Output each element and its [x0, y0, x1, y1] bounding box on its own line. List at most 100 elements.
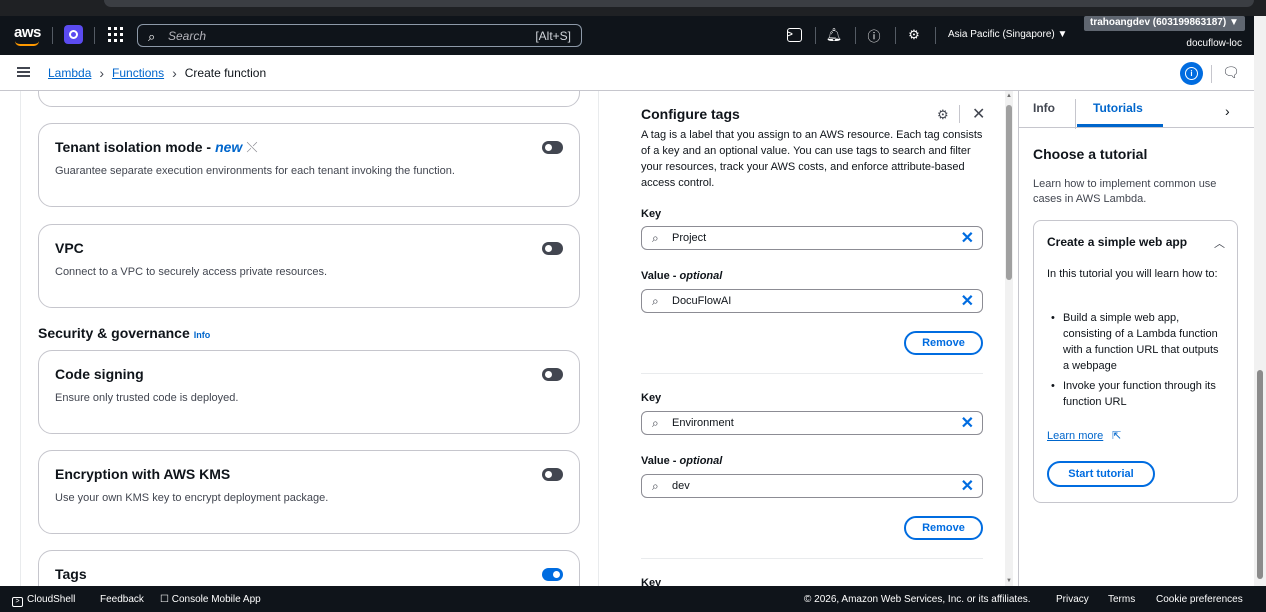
aws-logo[interactable]: aws: [14, 24, 41, 46]
tag-key-value: Environment: [672, 417, 734, 429]
info-panel-button[interactable]: i: [1180, 62, 1203, 85]
panel-scrollbar[interactable]: ▲ ▼: [1005, 91, 1013, 586]
chevron-up-icon[interactable]: ︿: [1214, 235, 1225, 251]
account-menu[interactable]: trahoangdev (603199863187) ▼: [1084, 16, 1245, 31]
tutorial-heading: Choose a tutorial: [1033, 146, 1148, 162]
chevron-right-icon[interactable]: ›: [1225, 103, 1230, 119]
clear-icon[interactable]: ✕: [961, 228, 974, 248]
code-signing-toggle[interactable]: [542, 368, 563, 381]
search-icon: ⌕: [652, 294, 659, 308]
chevron-right-icon: ›: [99, 65, 105, 81]
security-info-link[interactable]: Info: [194, 330, 211, 340]
tenant-isolation-card: Tenant isolation mode - new ⤬ Guarantee se…: [38, 123, 580, 207]
tutorial-steps: Build a simple web app, consisting of a …: [1047, 310, 1227, 414]
cloudshell-icon[interactable]: >: [785, 26, 803, 44]
panel-scroll-thumb[interactable]: [1006, 105, 1012, 280]
learn-more-link[interactable]: Learn more: [1047, 430, 1103, 442]
clear-icon[interactable]: ✕: [961, 413, 974, 433]
tag-key-input[interactable]: ⌕ Project ✕: [641, 226, 983, 250]
footer-feedback[interactable]: Feedback: [100, 594, 144, 605]
page-scrollbar[interactable]: [1254, 16, 1266, 586]
tag-value-input[interactable]: ⌕ dev ✕: [641, 474, 983, 498]
tag-value-value: dev: [672, 480, 690, 492]
encryption-title: Encryption with AWS KMS: [55, 466, 231, 482]
footer: > CloudShell Feedback ☐ Console Mobile Ap…: [0, 586, 1266, 612]
region-selector[interactable]: Asia Pacific (Singapore) ▼: [948, 29, 1067, 40]
tag-key-input[interactable]: ⌕ Environment ✕: [641, 411, 983, 435]
header-divider: [935, 27, 936, 44]
tutorial-title[interactable]: Create a simple web app: [1047, 235, 1187, 249]
tag-key-label: Key: [641, 392, 662, 404]
tenant-isolation-desc: Guarantee separate execution environment…: [55, 165, 455, 177]
main-content: Tenant isolation mode - new ⤬ Guarantee se…: [20, 91, 598, 586]
footer-terms[interactable]: Terms: [1108, 594, 1135, 605]
tenant-isolation-toggle[interactable]: [542, 141, 563, 154]
breadcrumb-lambda[interactable]: Lambda: [48, 66, 91, 80]
configure-tags-title: Configure tags: [641, 106, 740, 122]
card-partial: [38, 91, 580, 107]
breadcrumb-current: Create function: [184, 66, 267, 80]
remove-tag-button[interactable]: Remove: [904, 516, 983, 540]
external-link-icon[interactable]: ⇱: [1112, 429, 1121, 442]
remove-tag-button[interactable]: Remove: [904, 331, 983, 355]
breadcrumb-bar: Lambda › Functions › Create function i 🗨…: [0, 55, 1266, 91]
footer-copyright: © 2026, Amazon Web Services, Inc. or its…: [804, 594, 1031, 605]
tag-value-input[interactable]: ⌕ DocuFlowAI ✕: [641, 289, 983, 313]
panel-divider: [959, 105, 960, 123]
tag-value-label: Value - optional: [641, 270, 723, 282]
search-icon: ⌕: [652, 479, 659, 493]
vpc-desc: Connect to a VPC to securely access priv…: [55, 266, 328, 278]
browser-top-strip: [0, 0, 1266, 16]
tag-key-value: Project: [672, 232, 707, 244]
footer-mobile-app[interactable]: ☐ Console Mobile App: [160, 594, 261, 605]
header-divider: [94, 27, 95, 44]
tab-tutorials[interactable]: Tutorials: [1093, 101, 1143, 115]
list-item: Invoke your function through its functio…: [1047, 378, 1227, 410]
tab-baseline: [1019, 127, 1255, 128]
breadcrumb-functions[interactable]: Functions: [112, 66, 164, 80]
feedback-icon[interactable]: 🗨︎: [1222, 64, 1240, 81]
close-icon[interactable]: ✕: [972, 104, 985, 124]
footer-cookies[interactable]: Cookie preferences: [1156, 594, 1243, 605]
tag-value-value: DocuFlowAI: [672, 295, 732, 307]
security-governance-heading: Security & governance Info: [38, 325, 211, 341]
breadcrumb-divider: [1211, 65, 1212, 83]
gear-icon[interactable]: ⚙: [937, 107, 949, 123]
search-input[interactable]: ⌕ Search [Alt+S]: [137, 24, 582, 47]
help-icon[interactable]: ⓘ: [865, 26, 883, 44]
page-scroll-thumb[interactable]: [1257, 370, 1263, 579]
tab-info[interactable]: Info: [1033, 101, 1055, 115]
search-shortcut: [Alt+S]: [535, 29, 571, 43]
account-alias: docuflow-loc: [1186, 38, 1242, 49]
tags-toggle[interactable]: [542, 568, 563, 581]
tags-card: Tags: [38, 550, 580, 586]
search-placeholder: Search: [168, 29, 207, 43]
service-icon[interactable]: [64, 25, 83, 44]
header-divider: [895, 27, 896, 44]
menu-icon[interactable]: [17, 67, 30, 77]
footer-cloudshell[interactable]: > CloudShell: [12, 594, 75, 607]
encryption-card: Encryption with AWS KMS Use your own KMS…: [38, 450, 580, 534]
tag-divider: [641, 373, 983, 374]
tag-divider: [641, 558, 983, 559]
mobile-icon: ☐: [160, 594, 172, 605]
search-icon: ⌕: [652, 231, 659, 245]
vpc-toggle[interactable]: [542, 242, 563, 255]
services-grid-icon[interactable]: [108, 27, 123, 42]
tenant-isolation-title: Tenant isolation mode - new ⤬: [55, 139, 258, 155]
header-divider: [855, 27, 856, 44]
encryption-toggle[interactable]: [542, 468, 563, 481]
chevron-right-icon: ›: [172, 65, 177, 81]
gear-icon[interactable]: ⚙: [905, 26, 923, 44]
scroll-up-icon[interactable]: ▲: [1006, 93, 1012, 99]
help-panel: Info Tutorials › Choose a tutorial Learn…: [1018, 91, 1255, 586]
clear-icon[interactable]: ✕: [961, 476, 974, 496]
tutorial-intro: Learn how to implement common use cases …: [1033, 178, 1217, 205]
scroll-down-icon[interactable]: ▼: [1006, 578, 1012, 584]
code-signing-desc: Ensure only trusted code is deployed.: [55, 392, 239, 404]
start-tutorial-button[interactable]: Start tutorial: [1047, 461, 1155, 487]
footer-privacy[interactable]: Privacy: [1056, 594, 1089, 605]
bell-icon[interactable]: 🔔︎: [825, 26, 843, 44]
aws-header: aws ⌕ Search [Alt+S] > 🔔︎ ⓘ ⚙ Asia Pacif…: [0, 16, 1266, 55]
clear-icon[interactable]: ✕: [961, 291, 974, 311]
